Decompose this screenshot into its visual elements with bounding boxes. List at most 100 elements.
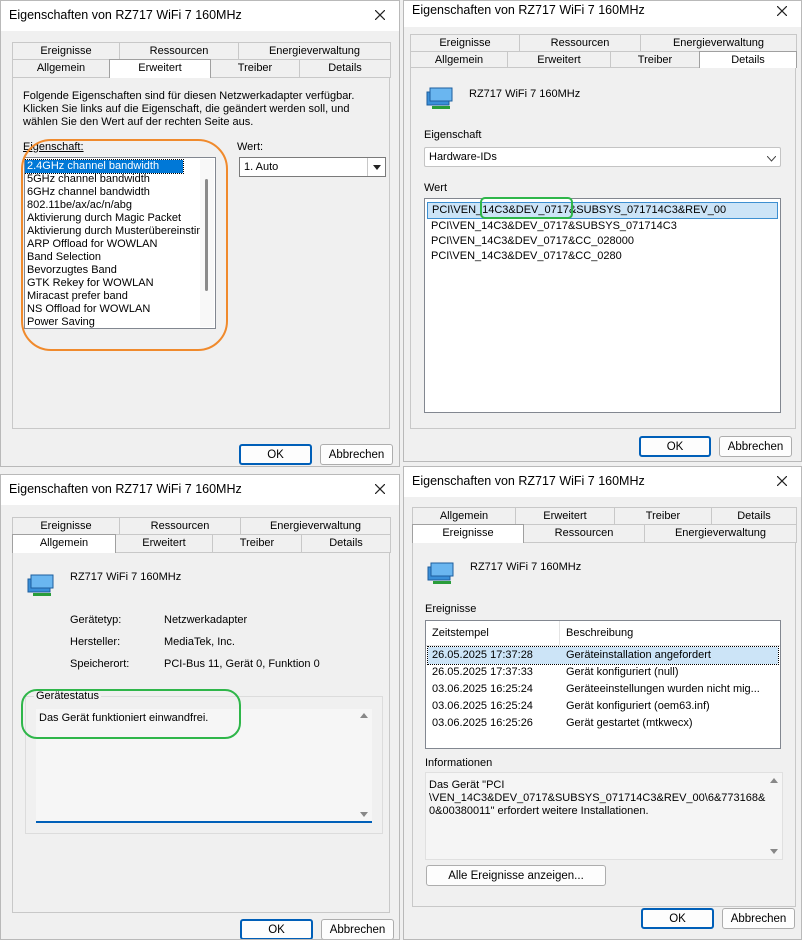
tab-panel: RZ717 WiFi 7 160MHz Eigenschaft Hardware… — [410, 67, 796, 429]
cancel-button[interactable]: Abbrechen — [321, 919, 394, 939]
value-label: Wert: — [237, 141, 264, 153]
event-time: 03.06.2025 16:25:26 — [432, 717, 533, 729]
tab-power[interactable]: Energieverwaltung — [640, 34, 797, 51]
show-all-events-button[interactable]: Alle Ereignisse anzeigen... — [426, 865, 606, 886]
table-row[interactable]: 26.05.2025 17:37:33 Gerät konfiguriert (n… — [428, 664, 778, 681]
event-time: 03.06.2025 16:25:24 — [432, 700, 533, 712]
tab-advanced[interactable]: Erweitert — [109, 59, 211, 78]
close-icon[interactable] — [771, 471, 793, 491]
tab-details[interactable]: Details — [299, 59, 391, 78]
title-bar: Eigenschaften von RZ717 WiFi 7 160MHz — [1, 1, 399, 31]
ok-button[interactable]: OK — [639, 436, 711, 457]
info-textbox[interactable]: Das Gerät "PCI \VEN_14C3&DEV_0717&SUBSYS… — [425, 772, 783, 860]
tab-general[interactable]: Allgemein — [12, 59, 110, 78]
tab-power[interactable]: Energieverwaltung — [240, 517, 391, 534]
cancel-button[interactable]: Abbrechen — [722, 908, 795, 929]
info-label: Informationen — [425, 757, 493, 769]
event-description: Gerät gestartet (mtkwecx) — [566, 717, 693, 729]
tab-driver[interactable]: Treiber — [610, 51, 700, 68]
field-label: Gerätetyp: — [70, 614, 122, 626]
tab-panel: RZ717 WiFi 7 160MHz Ereignisse Zeitstemp… — [412, 542, 796, 907]
tab-resources[interactable]: Ressourcen — [119, 42, 239, 59]
tab-driver[interactable]: Treiber — [210, 59, 300, 78]
description-line: Klicken Sie links auf die Eigenschaft, d… — [23, 103, 350, 115]
dialog-title: Eigenschaften von RZ717 WiFi 7 160MHz — [412, 474, 645, 488]
tab-details[interactable]: Details — [711, 507, 797, 524]
dialog-title: Eigenschaften von RZ717 WiFi 7 160MHz — [9, 482, 242, 496]
tab-advanced[interactable]: Erweitert — [515, 507, 615, 524]
tab-resources[interactable]: Ressourcen — [523, 524, 645, 543]
event-description: Geräteeinstellungen wurden nicht mig... — [566, 683, 760, 695]
info-line: 0&00380011" erfordert weitere Installati… — [429, 805, 649, 817]
ok-button[interactable]: OK — [240, 919, 313, 939]
table-row[interactable]: 03.06.2025 16:25:24 Gerät konfiguriert (o… — [428, 698, 778, 715]
events-table[interactable]: Zeitstempel Beschreibung 26.05.2025 17:3… — [425, 620, 781, 749]
value-list-item[interactable]: PCI\VEN_14C3&DEV_0717&SUBSYS_071714C3 — [427, 219, 778, 234]
value-list-item[interactable]: PCI\VEN_14C3&DEV_0717&CC_0280 — [427, 249, 778, 264]
chevron-down-icon — [766, 153, 777, 165]
event-description: Geräteinstallation angefordert — [566, 649, 711, 661]
ok-button[interactable]: OK — [641, 908, 714, 929]
tab-power[interactable]: Energieverwaltung — [238, 42, 391, 59]
title-bar: Eigenschaften von RZ717 WiFi 7 160MHz — [404, 467, 801, 497]
tab-driver[interactable]: Treiber — [614, 507, 712, 524]
close-icon[interactable] — [369, 5, 391, 25]
dialog-title: Eigenschaften von RZ717 WiFi 7 160MHz — [412, 3, 645, 17]
event-description: Gerät konfiguriert (null) — [566, 666, 679, 678]
close-icon[interactable] — [369, 479, 391, 499]
value-list-item[interactable]: PCI\VEN_14C3&DEV_0717&CC_028000 — [427, 234, 778, 249]
table-header: Zeitstempel Beschreibung — [426, 621, 780, 646]
dialog-details: Eigenschaften von RZ717 WiFi 7 160MHz Er… — [403, 0, 802, 462]
event-time: 03.06.2025 16:25:24 — [432, 683, 533, 695]
tab-events[interactable]: Ereignisse — [12, 517, 120, 534]
highlight-annotation — [21, 689, 241, 739]
tab-power[interactable]: Energieverwaltung — [644, 524, 797, 543]
dialog-events: Eigenschaften von RZ717 WiFi 7 160MHz Al… — [403, 466, 802, 940]
table-row[interactable]: 03.06.2025 16:25:24 Geräteeinstellungen w… — [428, 681, 778, 698]
value-selected: 1. Auto — [244, 161, 279, 173]
close-icon[interactable] — [771, 1, 793, 21]
property-selected: Hardware-IDs — [429, 151, 497, 163]
ok-button[interactable]: OK — [239, 444, 312, 465]
tab-events[interactable]: Ereignisse — [12, 42, 120, 59]
network-adapter-icon — [426, 87, 453, 109]
table-row[interactable]: 03.06.2025 16:25:26 Gerät gestartet (mtkw… — [428, 715, 778, 732]
field-label: Speicherort: — [70, 658, 130, 670]
device-name: RZ717 WiFi 7 160MHz — [470, 561, 582, 573]
tab-resources[interactable]: Ressourcen — [519, 34, 641, 51]
network-adapter-icon — [427, 562, 454, 584]
scrollbar[interactable] — [767, 774, 781, 858]
highlight-annotation — [480, 197, 573, 219]
tab-events[interactable]: Ereignisse — [410, 34, 520, 51]
tab-driver[interactable]: Treiber — [212, 534, 302, 553]
property-dropdown[interactable]: Hardware-IDs — [424, 147, 781, 167]
tab-resources[interactable]: Ressourcen — [119, 517, 241, 534]
info-line: Das Gerät "PCI — [429, 779, 505, 791]
device-name: RZ717 WiFi 7 160MHz — [70, 571, 182, 583]
network-adapter-icon — [27, 574, 54, 596]
events-label: Ereignisse — [425, 603, 477, 615]
tab-advanced[interactable]: Erweitert — [507, 51, 611, 68]
tab-details[interactable]: Details — [699, 51, 797, 68]
tab-general[interactable]: Allgemein — [410, 51, 508, 68]
dialog-general: Eigenschaften von RZ717 WiFi 7 160MHz Er… — [0, 474, 400, 940]
value-list[interactable]: PCI\VEN_14C3&DEV_0717&SUBSYS_071714C3&RE… — [424, 198, 781, 413]
tab-events[interactable]: Ereignisse — [412, 524, 524, 543]
column-header-time[interactable]: Zeitstempel — [426, 621, 560, 645]
cancel-button[interactable]: Abbrechen — [719, 436, 792, 457]
tab-details[interactable]: Details — [301, 534, 391, 553]
field-label: Hersteller: — [70, 636, 121, 648]
description-line: wählen Sie den Wert auf der rechten Seit… — [23, 116, 254, 128]
column-header-description[interactable]: Beschreibung — [560, 621, 633, 645]
tab-general[interactable]: Allgemein — [412, 507, 516, 524]
scrollbar[interactable] — [357, 710, 371, 820]
tab-advanced[interactable]: Erweitert — [115, 534, 213, 553]
cancel-button[interactable]: Abbrechen — [320, 444, 393, 465]
tab-general[interactable]: Allgemein — [12, 534, 116, 553]
description-line: Folgende Eigenschaften sind für diesen N… — [23, 90, 355, 102]
event-time: 26.05.2025 17:37:28 — [432, 649, 533, 661]
chevron-down-icon — [367, 158, 385, 176]
event-description: Gerät konfiguriert (oem63.inf) — [566, 700, 710, 712]
value-dropdown[interactable]: 1. Auto — [239, 157, 386, 177]
table-row[interactable]: 26.05.2025 17:37:28 Geräteinstallation an… — [427, 646, 779, 665]
